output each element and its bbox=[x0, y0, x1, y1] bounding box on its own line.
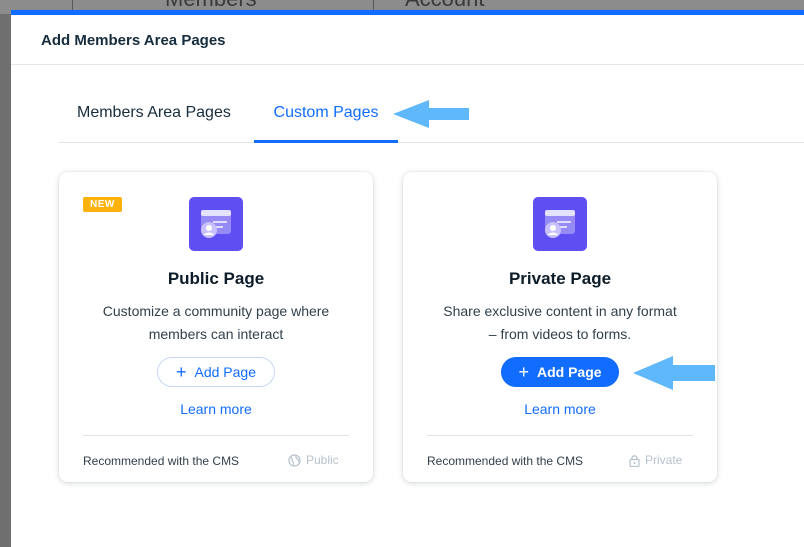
dialog-title: Add Members Area Pages bbox=[41, 32, 226, 49]
add-public-page-button[interactable]: + Add Page bbox=[157, 357, 275, 387]
recommendation-text: Recommended with the CMS bbox=[83, 454, 240, 468]
public-page-card: NEW Public Page Customize a community pa… bbox=[59, 172, 373, 482]
button-label: Add Page bbox=[536, 364, 602, 380]
plus-icon: + bbox=[175, 362, 187, 382]
private-page-icon bbox=[533, 197, 587, 251]
private-page-card: Private Page Share exclusive content in … bbox=[403, 172, 717, 482]
globe-icon bbox=[288, 453, 301, 467]
annotation-arrow-icon bbox=[633, 356, 715, 390]
plus-icon: + bbox=[518, 362, 529, 382]
lock-icon bbox=[629, 454, 640, 467]
description-line: members can interact bbox=[148, 326, 284, 342]
card-title: Public Page bbox=[167, 269, 265, 288]
annotation-arrow-icon bbox=[393, 100, 469, 128]
description-line: Customize a community page where bbox=[102, 303, 330, 319]
status-label: Private bbox=[645, 453, 683, 467]
card-divider bbox=[83, 435, 349, 436]
tab-custom-pages[interactable]: Custom Pages bbox=[254, 93, 398, 143]
public-status: Public bbox=[288, 453, 339, 467]
learn-more-link[interactable]: Learn more bbox=[403, 401, 717, 417]
card-title: Private Page bbox=[508, 269, 612, 288]
card-description: Share exclusive content in any format – … bbox=[427, 300, 693, 346]
public-page-icon bbox=[189, 197, 243, 251]
add-members-area-pages-dialog: Add Members Area Pages Members Area Page… bbox=[11, 10, 804, 547]
button-label: Add Page bbox=[194, 364, 257, 380]
dialog-header: Add Members Area Pages bbox=[11, 15, 804, 65]
card-description: Customize a community page where members… bbox=[83, 300, 349, 346]
description-line: Share exclusive content in any format bbox=[443, 303, 677, 319]
tab-members-area-pages[interactable]: Members Area Pages bbox=[77, 93, 231, 143]
new-badge: NEW bbox=[83, 197, 122, 212]
learn-more-link[interactable]: Learn more bbox=[59, 401, 373, 417]
description-line: – from videos to forms. bbox=[488, 326, 632, 342]
add-private-page-button[interactable]: + Add Page bbox=[501, 357, 619, 387]
status-label: Public bbox=[306, 453, 339, 467]
recommendation-text: Recommended with the CMS bbox=[427, 454, 584, 468]
private-status: Private bbox=[629, 453, 682, 467]
card-divider bbox=[427, 435, 693, 436]
